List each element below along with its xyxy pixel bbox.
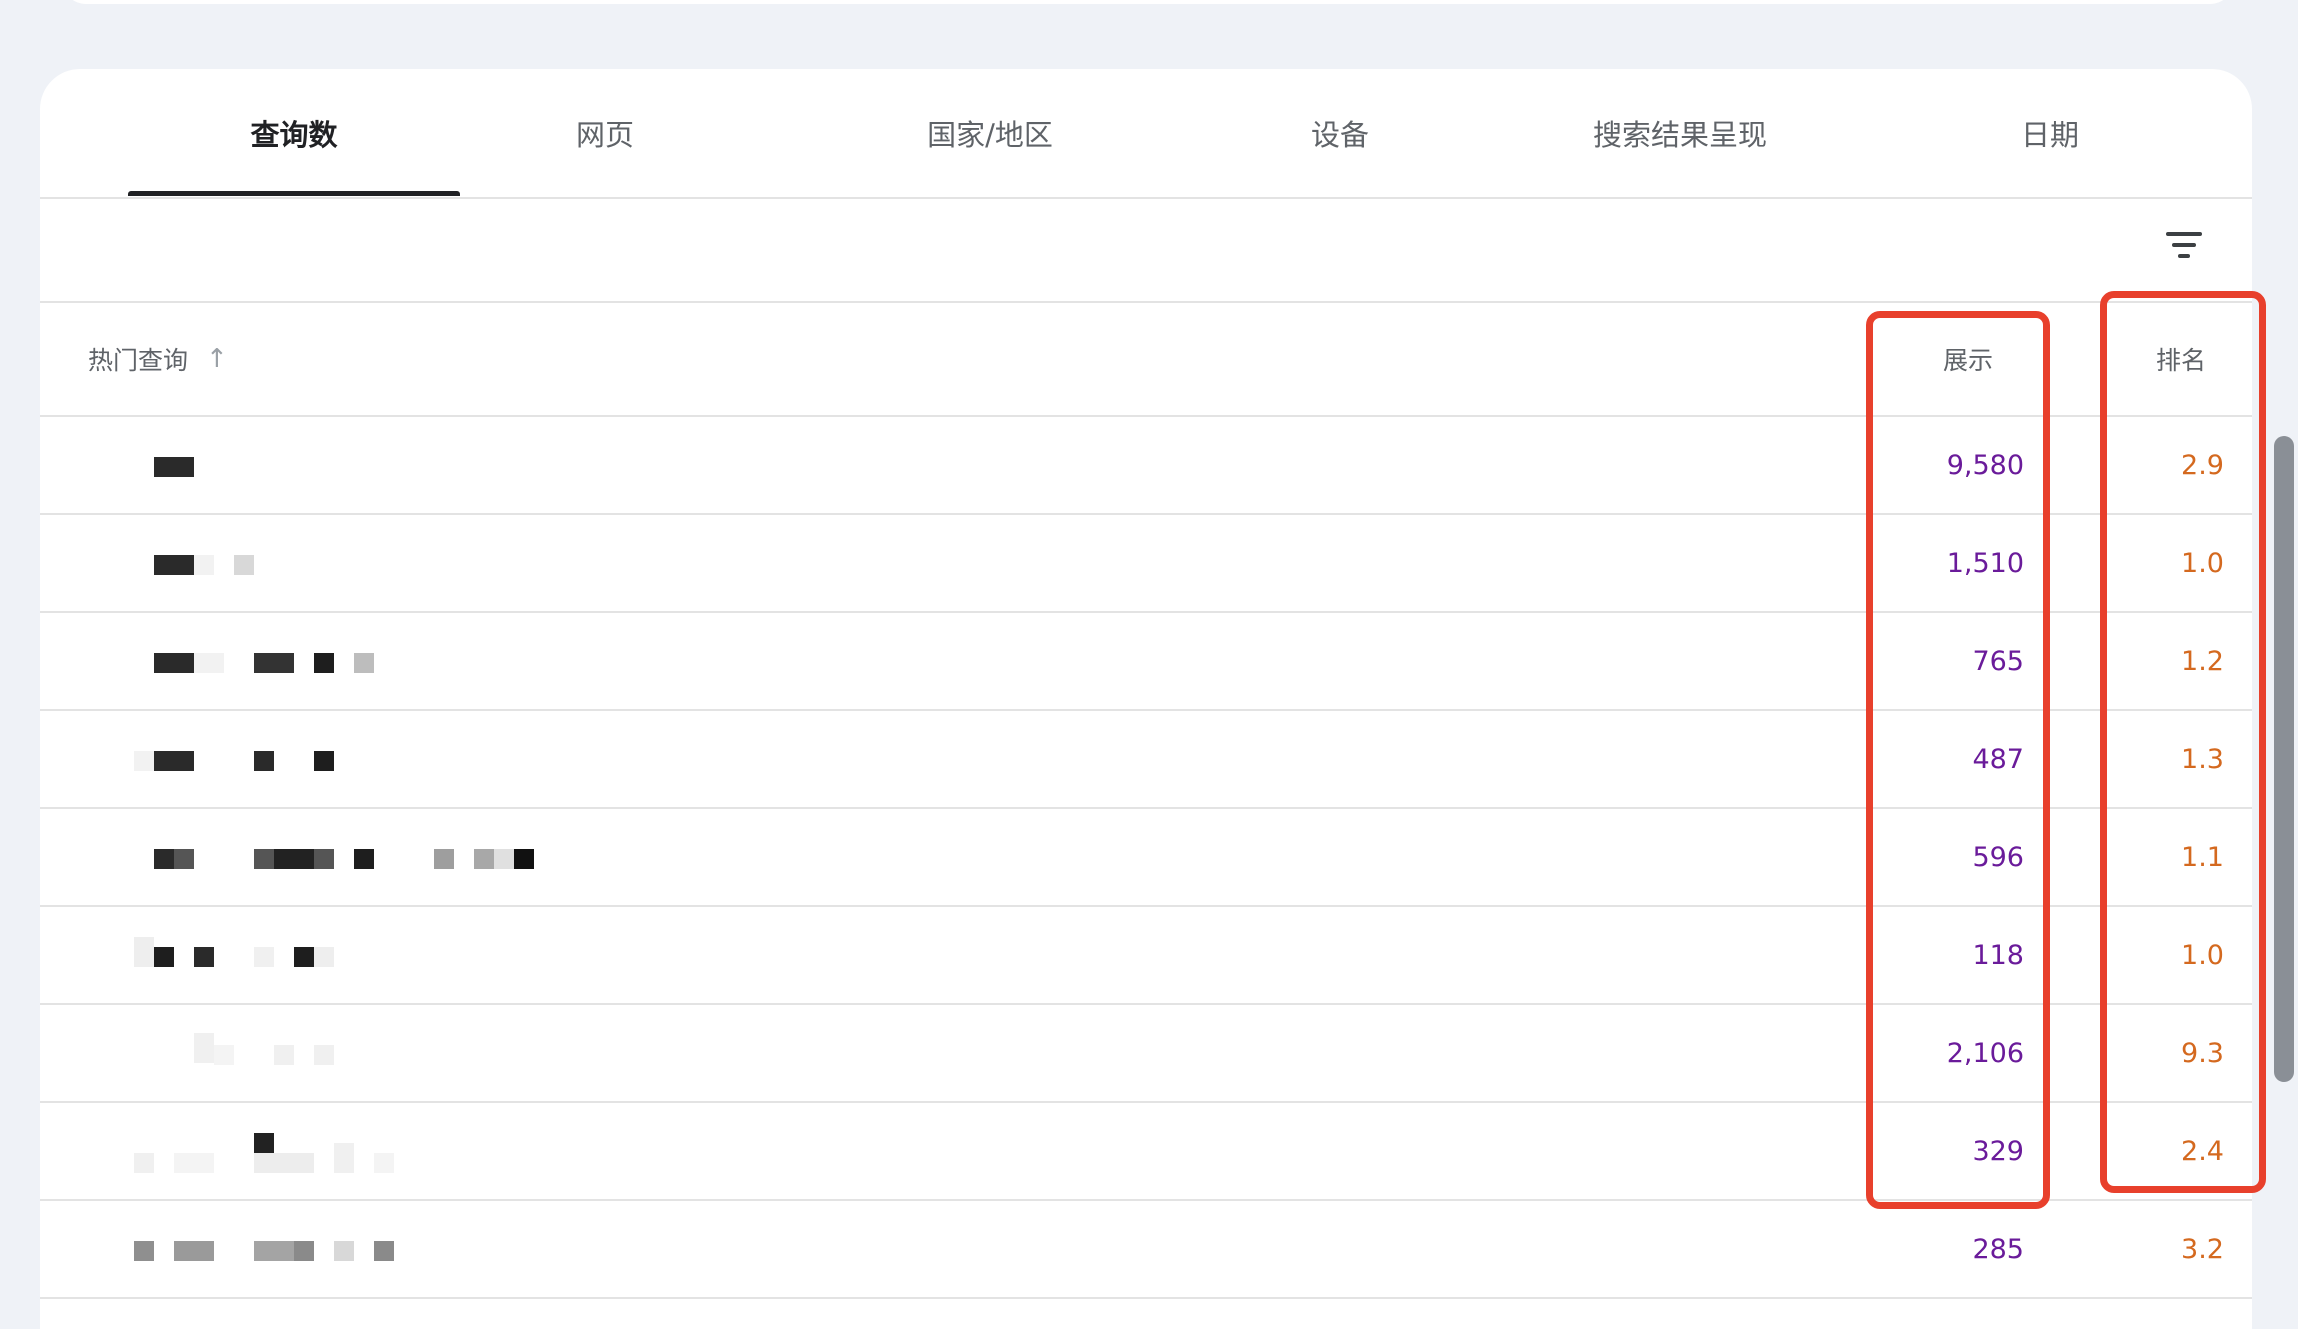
position-value: 1.0	[2181, 547, 2224, 579]
performance-table-card: 查询数 网页 国家/地区 设备 搜索结果呈现 日期 热门查询 ↑ 展示 排名 9…	[40, 69, 2252, 1329]
header-position[interactable]: 排名	[2130, 303, 2232, 415]
tab-dates[interactable]: 日期	[1890, 69, 2210, 197]
impressions-value: 285	[1972, 1233, 2024, 1265]
table-row[interactable]: 487 1.3	[40, 711, 2252, 809]
position-value: 1.3	[2181, 743, 2224, 775]
position-value: 9.3	[2181, 1037, 2224, 1069]
scrollbar-thumb[interactable]	[2274, 436, 2294, 1082]
redacted-query-text	[92, 907, 592, 1003]
table-row[interactable]: 2,106 9.3	[40, 1005, 2252, 1103]
impressions-value: 765	[1972, 645, 2024, 677]
redacted-query-text	[92, 1005, 592, 1101]
table-row[interactable]: 285 3.2	[40, 1201, 2252, 1299]
header-top-queries-label: 热门查询	[88, 346, 189, 375]
tab-queries[interactable]: 查询数	[128, 69, 460, 197]
table-header: 热门查询 ↑ 展示 排名	[40, 303, 2252, 417]
table-row[interactable]: 9,580 2.9	[40, 417, 2252, 515]
impressions-value: 487	[1972, 743, 2024, 775]
impressions-value: 2,106	[1946, 1037, 2024, 1069]
redacted-query-text	[92, 613, 592, 709]
table-row[interactable]: 596 1.1	[40, 809, 2252, 907]
position-value: 2.4	[2181, 1135, 2224, 1167]
tab-countries[interactable]: 国家/地区	[830, 69, 1150, 197]
filter-list-icon[interactable]	[2162, 227, 2206, 267]
tab-search-appearance[interactable]: 搜索结果呈现	[1510, 69, 1850, 197]
active-tab-indicator	[128, 191, 460, 196]
redacted-query-text	[92, 417, 592, 513]
table-row[interactable]: 1,510 1.0	[40, 515, 2252, 613]
tab-pages[interactable]: 网页	[460, 69, 750, 197]
redacted-query-text	[92, 1201, 592, 1297]
tab-devices[interactable]: 设备	[1190, 69, 1490, 197]
table-toolbar	[40, 199, 2252, 303]
position-value: 1.0	[2181, 939, 2224, 971]
impressions-value: 329	[1972, 1135, 2024, 1167]
redacted-query-text	[92, 515, 592, 611]
redacted-query-text	[92, 809, 592, 905]
impressions-value: 118	[1972, 939, 2024, 971]
position-value: 3.2	[2181, 1233, 2224, 1265]
arrow-upward-icon[interactable]: ↑	[206, 344, 228, 374]
impressions-value: 1,510	[1946, 547, 2024, 579]
impressions-value: 596	[1972, 841, 2024, 873]
position-value: 1.1	[2181, 841, 2224, 873]
table-row[interactable]: 329 2.4	[40, 1103, 2252, 1201]
impressions-value: 9,580	[1946, 449, 2024, 481]
redacted-query-text	[92, 1103, 592, 1199]
dimension-tabs: 查询数 网页 国家/地区 设备 搜索结果呈现 日期	[40, 69, 2252, 199]
position-value: 1.2	[2181, 645, 2224, 677]
header-top-queries[interactable]: 热门查询 ↑	[88, 303, 228, 415]
table-row[interactable]: 765 1.2	[40, 613, 2252, 711]
redacted-query-text	[92, 711, 592, 807]
header-impressions[interactable]: 展示	[1900, 303, 2036, 415]
previous-card-edge	[62, 0, 2234, 4]
table-row[interactable]: 118 1.0	[40, 907, 2252, 1005]
position-value: 2.9	[2181, 449, 2224, 481]
